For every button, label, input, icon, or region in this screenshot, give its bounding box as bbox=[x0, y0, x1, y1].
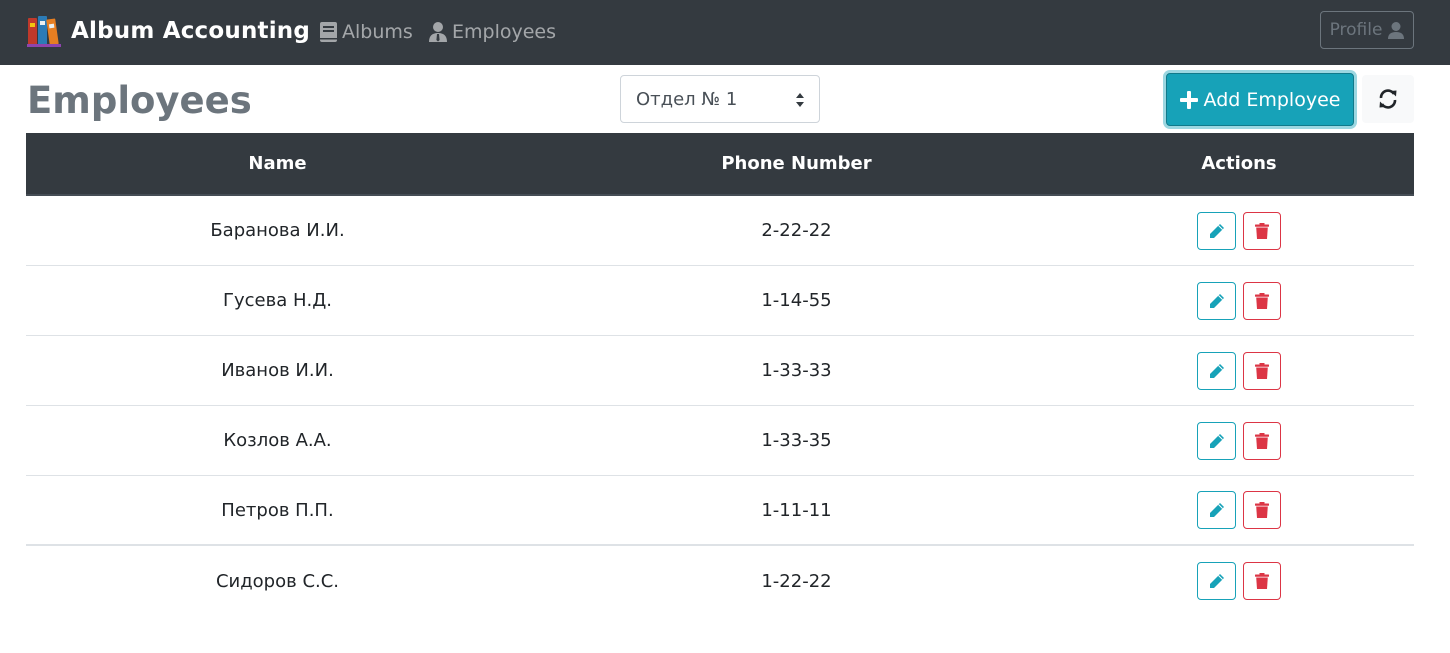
trash-icon bbox=[1255, 292, 1269, 309]
pencil-icon bbox=[1209, 363, 1224, 378]
edit-button[interactable] bbox=[1197, 491, 1236, 529]
table-row: Иванов И.И. 1-33-33 bbox=[26, 336, 1414, 406]
delete-button[interactable] bbox=[1243, 351, 1281, 390]
nav-employees-label: Employees bbox=[452, 21, 556, 43]
binders-logo-icon bbox=[27, 16, 61, 47]
row-actions bbox=[1064, 421, 1414, 460]
employee-name: Баранова И.И. bbox=[210, 220, 345, 241]
edit-button[interactable] bbox=[1197, 421, 1236, 460]
top-navbar: Album Accounting Albums Employees Profil… bbox=[0, 0, 1450, 65]
employee-phone: 1-11-11 bbox=[761, 499, 832, 521]
trash-icon bbox=[1255, 502, 1269, 518]
sync-icon bbox=[1379, 89, 1397, 109]
add-employee-label: Add Employee bbox=[1203, 88, 1341, 111]
delete-button[interactable] bbox=[1243, 562, 1281, 600]
trash-icon bbox=[1255, 222, 1269, 239]
delete-button[interactable] bbox=[1243, 211, 1281, 250]
trash-icon bbox=[1255, 432, 1269, 449]
nav-albums-label: Albums bbox=[342, 21, 413, 43]
column-header-actions: Actions bbox=[1201, 153, 1277, 174]
delete-button[interactable] bbox=[1243, 491, 1281, 529]
edit-button[interactable] bbox=[1197, 351, 1236, 390]
select-caret-icon bbox=[796, 93, 804, 107]
trash-icon bbox=[1255, 362, 1269, 379]
pencil-icon bbox=[1209, 223, 1224, 238]
table-row: Козлов А.А. 1-33-35 bbox=[26, 406, 1414, 476]
profile-button[interactable]: Profile bbox=[1320, 11, 1414, 49]
department-select[interactable]: Отдел № 1 bbox=[620, 75, 820, 123]
delete-button[interactable] bbox=[1243, 281, 1281, 320]
nav-albums[interactable]: Albums bbox=[320, 17, 413, 47]
page-title: Employees bbox=[27, 79, 252, 122]
row-actions bbox=[1064, 491, 1414, 529]
row-actions bbox=[1064, 211, 1414, 250]
delete-button[interactable] bbox=[1243, 421, 1281, 460]
table-row: Петров П.П. 1-11-11 bbox=[26, 476, 1414, 546]
brand[interactable]: Album Accounting bbox=[27, 15, 310, 47]
edit-button[interactable] bbox=[1197, 211, 1236, 250]
nav-employees[interactable]: Employees bbox=[429, 17, 556, 47]
row-actions bbox=[1064, 281, 1414, 320]
plus-icon bbox=[1179, 90, 1198, 109]
row-actions bbox=[1064, 351, 1414, 390]
trash-icon bbox=[1255, 573, 1269, 589]
employees-table: Name Phone Number Actions Баранова И.И. … bbox=[26, 133, 1414, 616]
employee-phone: 1-33-35 bbox=[761, 430, 832, 451]
user-icon bbox=[1388, 21, 1405, 39]
employee-name: Петров П.П. bbox=[221, 499, 334, 521]
pencil-icon bbox=[1209, 433, 1224, 448]
employee-phone: 1-22-22 bbox=[761, 570, 832, 592]
column-header-phone: Phone Number bbox=[721, 153, 872, 174]
table-row: Гусева Н.Д. 1-14-55 bbox=[26, 266, 1414, 336]
employee-phone: 2-22-22 bbox=[761, 220, 832, 241]
employee-name: Сидоров С.С. bbox=[215, 570, 340, 592]
row-actions bbox=[1064, 562, 1414, 600]
book-icon bbox=[320, 22, 337, 42]
table-header: Name Phone Number Actions bbox=[26, 133, 1414, 196]
department-select-value: Отдел № 1 bbox=[636, 88, 738, 110]
table-row: Баранова И.И. 2-22-22 bbox=[26, 196, 1414, 266]
edit-button[interactable] bbox=[1197, 562, 1236, 600]
profile-label: Profile bbox=[1329, 20, 1383, 40]
add-employee-button[interactable]: Add Employee bbox=[1166, 73, 1354, 126]
brand-title: Album Accounting bbox=[71, 18, 311, 44]
table-row: Сидоров С.С. 1-22-22 bbox=[26, 546, 1414, 616]
employee-phone: 1-33-33 bbox=[761, 360, 832, 381]
employee-name: Козлов А.А. bbox=[223, 430, 332, 451]
employee-phone: 1-14-55 bbox=[761, 290, 832, 311]
edit-button[interactable] bbox=[1197, 281, 1236, 320]
employee-name: Гусева Н.Д. bbox=[222, 290, 332, 311]
employee-name: Иванов И.И. bbox=[221, 360, 334, 381]
column-header-name: Name bbox=[248, 153, 307, 174]
user-tie-icon bbox=[429, 22, 447, 42]
pencil-icon bbox=[1209, 293, 1224, 308]
pencil-icon bbox=[1209, 503, 1224, 517]
pencil-icon bbox=[1209, 574, 1224, 588]
refresh-button[interactable] bbox=[1362, 75, 1414, 123]
